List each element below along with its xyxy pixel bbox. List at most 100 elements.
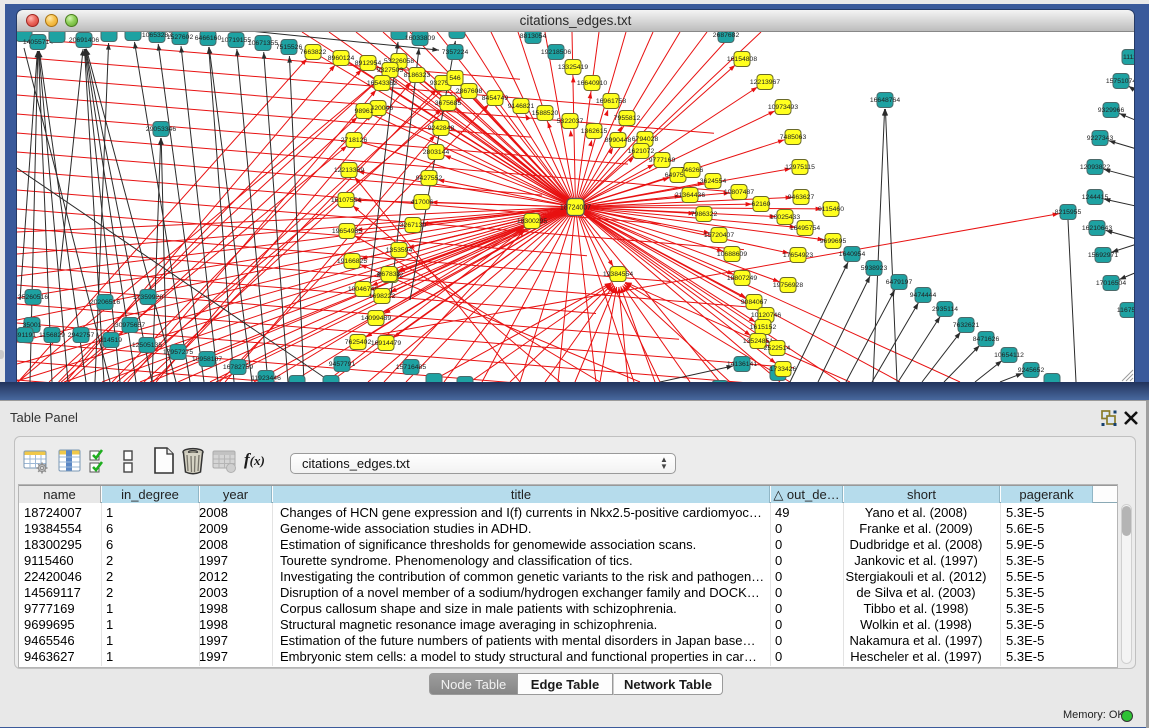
- svg-text:18724007: 18724007: [560, 205, 591, 212]
- svg-text:18807249: 18807249: [727, 275, 757, 282]
- svg-text:8813054: 8813054: [520, 33, 547, 40]
- svg-text:2687682: 2687682: [713, 32, 740, 39]
- svg-text:17016504: 17016504: [1096, 280, 1126, 287]
- svg-text:19756928: 19756928: [773, 282, 803, 289]
- svg-text:9329966: 9329966: [1098, 107, 1125, 114]
- svg-text:9699695: 9699695: [820, 238, 847, 245]
- svg-text:1244415: 1244415: [1082, 194, 1109, 201]
- svg-text:15751074: 15751074: [1106, 78, 1134, 85]
- svg-text:15716485: 15716485: [396, 364, 426, 371]
- svg-text:9777169: 9777169: [649, 157, 676, 164]
- svg-text:2935114: 2935114: [932, 306, 958, 313]
- svg-text:18300295: 18300295: [517, 218, 547, 225]
- svg-text:6466160: 6466160: [195, 35, 222, 42]
- svg-text:15692971: 15692971: [1088, 252, 1118, 259]
- svg-text:8186323: 8186323: [404, 72, 431, 79]
- svg-text:7625402: 7625402: [345, 339, 372, 346]
- svg-text:9146821: 9146821: [508, 103, 535, 110]
- svg-text:29053346: 29053346: [146, 126, 176, 133]
- svg-text:9457791: 9457791: [329, 361, 356, 368]
- svg-text:1362615: 1362615: [581, 128, 608, 135]
- svg-text:1588520: 1588520: [532, 110, 559, 117]
- svg-text:116753: 116753: [1117, 307, 1134, 314]
- svg-text:8912954: 8912954: [355, 60, 382, 67]
- svg-text:114519: 114519: [100, 337, 122, 344]
- svg-text:3624554: 3624554: [700, 178, 727, 185]
- svg-text:14136141: 14136141: [727, 361, 757, 368]
- svg-text:16782759: 16782759: [223, 364, 253, 371]
- svg-text:9115460: 9115460: [818, 206, 844, 213]
- svg-text:21364436: 21364436: [675, 192, 705, 199]
- svg-text:3675685: 3675685: [435, 100, 462, 107]
- svg-text:2522514: 2522514: [764, 345, 791, 352]
- svg-text:25260516: 25260516: [18, 294, 48, 301]
- svg-text:16210643: 16210643: [1082, 225, 1112, 232]
- svg-text:10671355: 10671355: [248, 40, 278, 47]
- svg-text:98961: 98961: [355, 108, 374, 115]
- svg-text:1156829: 1156829: [39, 332, 65, 339]
- svg-text:7663822: 7663822: [300, 49, 327, 56]
- svg-text:2803144: 2803144: [423, 149, 450, 156]
- svg-text:12093822: 12093822: [1080, 164, 1110, 171]
- svg-text:1112: 1112: [1123, 54, 1134, 61]
- svg-text:7986322: 7986322: [691, 211, 718, 218]
- svg-text:2942757: 2942757: [68, 332, 95, 339]
- svg-text:16107554: 16107554: [331, 197, 361, 204]
- svg-text:9474444: 9474444: [910, 292, 937, 299]
- svg-text:9242848: 9242848: [428, 125, 455, 132]
- svg-text:12213369: 12213369: [334, 167, 364, 174]
- svg-text:8471626: 8471626: [973, 336, 1000, 343]
- svg-text:7485063: 7485063: [780, 134, 807, 141]
- svg-text:30975657: 30975657: [115, 322, 145, 329]
- svg-text:9427552: 9427552: [416, 175, 443, 182]
- svg-text:867833: 867833: [378, 271, 401, 278]
- svg-text:6794028: 6794028: [632, 136, 659, 143]
- svg-text:1640954: 1640954: [839, 251, 866, 258]
- svg-text:12213967: 12213967: [750, 79, 780, 86]
- svg-text:5322037: 5322037: [557, 118, 584, 125]
- svg-text:16495754: 16495754: [790, 225, 820, 232]
- svg-text:19218506: 19218506: [541, 49, 571, 56]
- svg-text:746266: 746266: [681, 167, 704, 174]
- svg-text:10025433: 10025433: [770, 214, 800, 221]
- svg-text:9084067: 9084067: [741, 299, 768, 306]
- svg-text:1733426: 1733426: [770, 366, 797, 373]
- svg-text:417006: 417006: [411, 199, 434, 206]
- svg-text:10654112: 10654112: [994, 352, 1024, 359]
- svg-text:20206516: 20206516: [90, 299, 120, 306]
- svg-text:8454749: 8454749: [482, 95, 509, 102]
- svg-text:19654985: 19654985: [332, 228, 362, 235]
- svg-text:6479197: 6479197: [886, 279, 913, 286]
- svg-text:10688609: 10688609: [717, 251, 747, 258]
- svg-text:9245652: 9245652: [1018, 367, 1045, 374]
- svg-text:10719155: 10719155: [221, 37, 251, 44]
- svg-text:16154808: 16154808: [727, 56, 757, 63]
- svg-text:19384554: 19384554: [603, 271, 633, 278]
- svg-text:2718126: 2718126: [341, 137, 368, 144]
- svg-text:16648764: 16648764: [870, 97, 900, 104]
- svg-text:1621072: 1621072: [628, 148, 655, 155]
- svg-text:10958107: 10958107: [192, 356, 222, 363]
- svg-text:1698222: 1698222: [369, 293, 396, 300]
- svg-text:12975115: 12975115: [785, 164, 815, 171]
- svg-text:16640910: 16640910: [577, 80, 607, 87]
- svg-text:9227343: 9227343: [1087, 135, 1114, 142]
- svg-text:10973493: 10973493: [768, 104, 798, 111]
- svg-text:1615152: 1615152: [750, 324, 777, 331]
- svg-text:546: 546: [449, 75, 461, 82]
- svg-text:3267130: 3267130: [400, 222, 427, 229]
- svg-text:7357224: 7357224: [442, 49, 469, 56]
- svg-text:1353594: 1353594: [386, 247, 413, 254]
- svg-text:8960124: 8960124: [328, 55, 355, 62]
- svg-text:17654923: 17654923: [783, 252, 813, 259]
- svg-text:16961758: 16961758: [596, 98, 626, 105]
- svg-text:17359928: 17359928: [133, 294, 163, 301]
- svg-text:16033809: 16033809: [405, 35, 435, 42]
- svg-text:16543362: 16543362: [367, 80, 397, 87]
- svg-text:2867608: 2867608: [456, 88, 483, 95]
- svg-text:14099489: 14099489: [361, 315, 391, 322]
- svg-text:12505135: 12505135: [132, 342, 162, 349]
- svg-text:15720407: 15720407: [704, 232, 734, 239]
- svg-text:7955812: 7955812: [614, 115, 641, 122]
- svg-text:20691406: 20691406: [69, 37, 99, 44]
